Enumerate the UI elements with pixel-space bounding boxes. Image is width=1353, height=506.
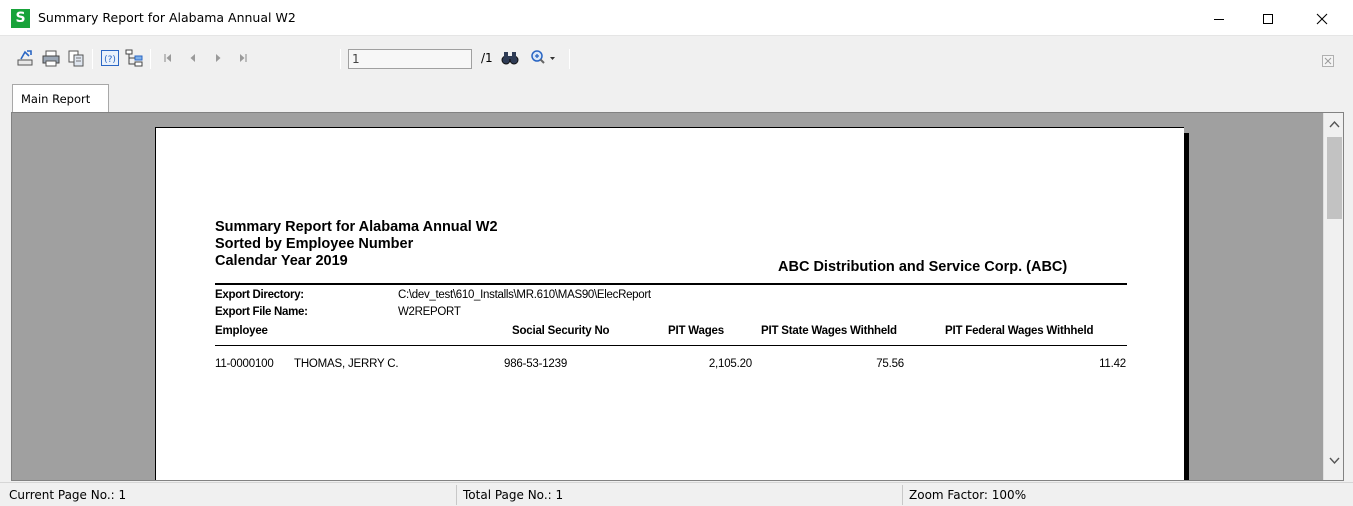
scroll-down-icon[interactable]: [1329, 457, 1340, 465]
report-viewer[interactable]: Summary Report for Alabama Annual W2 Sor…: [11, 112, 1344, 481]
window-title: Summary Report for Alabama Annual W2: [38, 10, 296, 25]
row-employee-name: THOMAS, JERRY C.: [294, 358, 399, 370]
close-icon: [1316, 13, 1328, 25]
next-page-icon: [216, 54, 221, 62]
column-header-ssn: Social Security No: [512, 325, 610, 337]
toolbar-separator: [569, 49, 570, 69]
zoom-status: Zoom Factor: 100%: [909, 488, 1027, 502]
maximize-button[interactable]: [1245, 0, 1291, 36]
total-page-status: Total Page No.: 1: [463, 488, 564, 502]
scrollbar-thumb[interactable]: [1327, 137, 1342, 219]
report-toolbar: (?) 1 /1: [0, 37, 1353, 79]
print-button[interactable]: [41, 48, 61, 68]
app-icon: S: [11, 9, 30, 28]
column-header-pit-federal: PIT Federal Wages Withheld: [945, 325, 1094, 337]
export-file-label: Export File Name:: [215, 306, 308, 318]
close-icon: [1322, 55, 1334, 67]
vertical-scrollbar[interactable]: [1323, 113, 1343, 480]
first-page-button[interactable]: [158, 48, 178, 68]
copy-icon: [68, 50, 84, 67]
svg-text:(?): (?): [104, 55, 116, 65]
zoom-dropdown-button[interactable]: [529, 48, 563, 68]
page-total-label: /1: [481, 51, 493, 65]
column-header-pit-state: PIT State Wages Withheld: [761, 325, 897, 337]
row-pit-wages: 2,105.20: [708, 358, 752, 370]
report-title: Summary Report for Alabama Annual W2: [215, 219, 498, 235]
close-button[interactable]: [1299, 0, 1345, 36]
page-shadow: [1184, 133, 1189, 480]
status-divider: [456, 485, 457, 505]
column-header-rule: [215, 345, 1127, 346]
header-rule: [215, 283, 1127, 285]
toolbar-separator: [150, 49, 151, 69]
zoom-icon: [531, 50, 555, 64]
find-button[interactable]: [500, 48, 520, 68]
printer-icon: [42, 50, 60, 67]
page-number-input[interactable]: 1: [348, 49, 472, 69]
report-year-line: Calendar Year 2019: [215, 253, 348, 269]
minimize-button[interactable]: [1196, 0, 1242, 36]
title-bar: S Summary Report for Alabama Annual W2: [0, 0, 1353, 36]
export-button[interactable]: [16, 48, 36, 68]
last-page-button[interactable]: [233, 48, 253, 68]
current-page-status: Current Page No.: 1: [9, 488, 127, 502]
minimize-icon: [1214, 19, 1224, 20]
toolbar-separator: [340, 49, 341, 69]
help-button[interactable]: (?): [100, 48, 120, 68]
company-name: ABC Distribution and Service Corp. (ABC): [778, 259, 1068, 275]
group-tree-button[interactable]: [124, 48, 144, 68]
column-header-employee: Employee: [215, 325, 268, 337]
row-employee-number: 11-0000100: [215, 358, 274, 370]
next-page-button[interactable]: [208, 48, 228, 68]
report-page: Summary Report for Alabama Annual W2 Sor…: [155, 127, 1184, 480]
copy-button[interactable]: [66, 48, 86, 68]
export-directory-value: C:\dev_test\610_Installs\MR.610\MAS90\El…: [398, 289, 651, 301]
tree-icon: [125, 49, 143, 67]
last-page-icon: [240, 54, 247, 62]
close-report-button[interactable]: [1322, 55, 1334, 67]
row-pit-state: 75.56: [876, 358, 904, 370]
help-icon: (?): [101, 50, 119, 66]
row-ssn: 986-53-1239: [504, 358, 568, 370]
row-pit-federal: 11.42: [1099, 358, 1126, 370]
previous-page-icon: [190, 54, 195, 62]
export-icon: [17, 50, 33, 66]
previous-page-button[interactable]: [183, 48, 203, 68]
first-page-icon: [164, 54, 171, 62]
export-directory-label: Export Directory:: [215, 289, 304, 301]
status-divider: [902, 485, 903, 505]
scroll-up-icon[interactable]: [1329, 120, 1340, 128]
column-header-pit-wages: PIT Wages: [668, 325, 724, 337]
tab-main-report[interactable]: Main Report: [12, 84, 109, 112]
report-sort-line: Sorted by Employee Number: [215, 236, 414, 252]
status-bar: Current Page No.: 1 Total Page No.: 1 Zo…: [0, 482, 1353, 506]
toolbar-separator: [92, 49, 93, 69]
report-tabstrip: Main Report: [0, 79, 1353, 112]
maximize-icon: [1263, 14, 1273, 24]
export-file-value: W2REPORT: [398, 306, 461, 318]
binoculars-icon: [501, 52, 519, 65]
